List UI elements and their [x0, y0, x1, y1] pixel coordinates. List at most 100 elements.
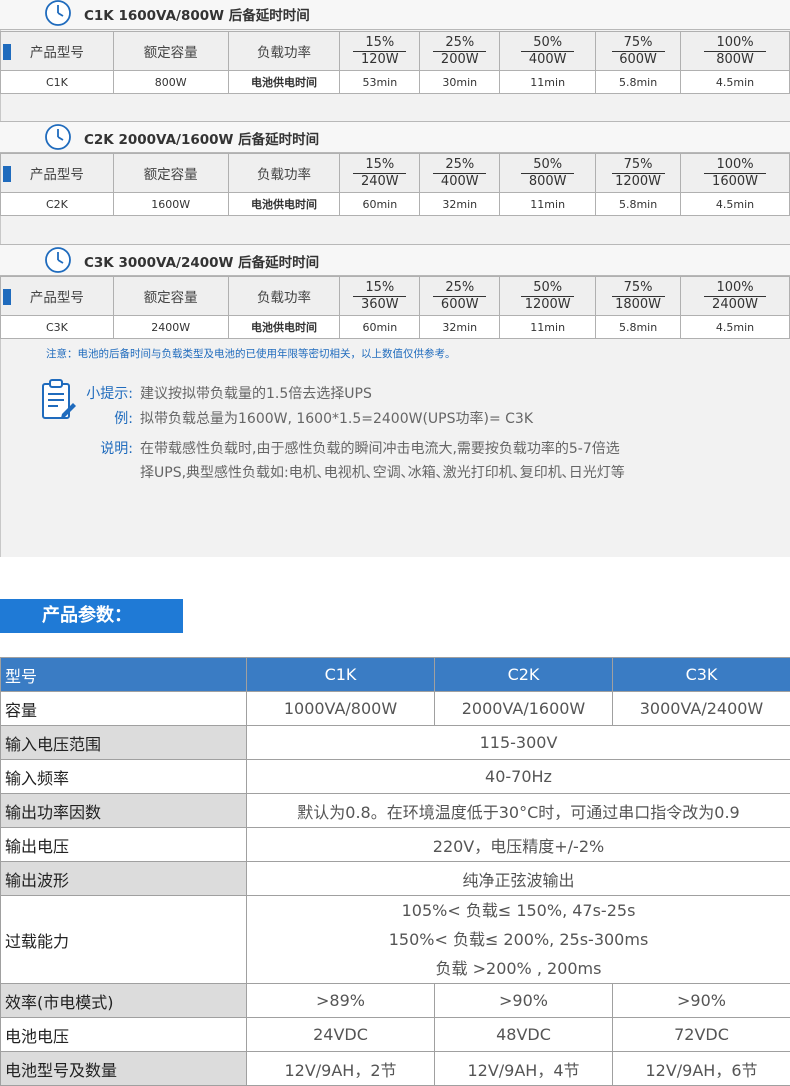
- param-label: 输出功率因数: [1, 794, 247, 828]
- load-percent: 50%: [521, 280, 574, 297]
- blue-marker: [3, 44, 11, 60]
- time-cell: 32min: [420, 316, 500, 339]
- header-model-label: 产品型号: [30, 45, 84, 61]
- example-label: 例:: [60, 408, 133, 428]
- param-label: 容量: [1, 692, 247, 726]
- load-header: 75%1200W: [596, 154, 681, 193]
- battery-time-label: 电池供电时间: [228, 193, 340, 216]
- param-label: 输入频率: [1, 760, 247, 794]
- param-value: 3000VA/2400W: [613, 692, 790, 726]
- load-header: 50%800W: [500, 154, 596, 193]
- time-cell: 4.5min: [681, 316, 790, 339]
- table-row: 容量 1000VA/800W 2000VA/1600W 3000VA/2400W: [1, 692, 790, 726]
- load-fraction: 15%240W: [353, 157, 406, 190]
- time-cell: 11min: [500, 71, 596, 94]
- capacity-cell: 800W: [113, 71, 228, 94]
- load-fraction: 75%600W: [612, 35, 665, 68]
- load-header: 25%600W: [420, 277, 500, 316]
- load-watt: 1600W: [704, 174, 765, 190]
- load-watt: 1200W: [612, 174, 665, 190]
- backup-table: 产品型号额定容量负载功率15%120W25%200W50%400W75%600W…: [0, 31, 790, 94]
- load-header: 15%240W: [340, 154, 420, 193]
- load-percent: 75%: [612, 280, 665, 297]
- load-watt: 800W: [521, 174, 574, 190]
- load-fraction: 75%1800W: [612, 280, 665, 313]
- overload-line-3: 负载 >200% , 200ms: [247, 954, 790, 983]
- blue-marker: [3, 166, 11, 182]
- load-percent: 50%: [521, 35, 574, 52]
- load-header: 50%400W: [500, 32, 596, 71]
- section-title: C2K 2000VA/1600W 后备延时时间: [84, 128, 319, 148]
- capacity-cell: 2400W: [113, 316, 228, 339]
- load-percent: 50%: [521, 157, 574, 174]
- table-row: C2K1600W电池供电时间60min32min11min5.8min4.5mi…: [1, 193, 790, 216]
- load-fraction: 100%800W: [704, 35, 765, 68]
- table-row: C1K800W电池供电时间53min30min11min5.8min4.5min: [1, 71, 790, 94]
- header-model: 产品型号: [1, 277, 114, 316]
- param-value: 40-70Hz: [247, 760, 790, 794]
- table-row: 产品型号额定容量负载功率15%360W25%600W50%1200W75%180…: [1, 277, 790, 316]
- load-header: 15%120W: [340, 32, 420, 71]
- param-label: 过载能力: [1, 896, 247, 984]
- product-params-title: 产品参数：: [42, 599, 132, 633]
- model-cell: C1K: [1, 71, 114, 94]
- params-table: 型号 C1K C2K C3K 容量 1000VA/800W 2000VA/160…: [0, 657, 790, 1086]
- load-percent: 100%: [704, 280, 765, 297]
- load-watt: 1800W: [612, 297, 665, 313]
- load-percent: 25%: [433, 35, 486, 52]
- load-fraction: 50%800W: [521, 157, 574, 190]
- param-label: 输出电压: [1, 828, 247, 862]
- param-value: 115-300V: [247, 726, 790, 760]
- param-value: >89%: [247, 984, 435, 1018]
- backup-table: 产品型号额定容量负载功率15%240W25%400W50%800W75%1200…: [0, 153, 790, 216]
- load-header: 50%1200W: [500, 277, 596, 316]
- battery-time-label: 电池供电时间: [228, 71, 340, 94]
- explain-line-2: 择UPS,典型感性负载如:电机､电视机､空调､冰箱､激光打印机､复印机､日光灯等: [140, 462, 625, 482]
- header-load: 负载功率: [228, 277, 340, 316]
- load-fraction: 50%1200W: [521, 280, 574, 313]
- param-label: 输出波形: [1, 862, 247, 896]
- load-percent: 25%: [433, 157, 486, 174]
- time-cell: 60min: [340, 193, 420, 216]
- param-value: 48VDC: [435, 1018, 613, 1052]
- param-value: 220V，电压精度+/-2%: [247, 828, 790, 862]
- battery-time-label: 电池供电时间: [228, 316, 340, 339]
- header-capacity: 额定容量: [113, 32, 228, 71]
- table-row: 输出功率因数 默认为0.8。在环境温度低于30°C时，可通过串口指令改为0.9: [1, 794, 790, 828]
- load-header: 100%800W: [681, 32, 790, 71]
- load-header: 25%400W: [420, 154, 500, 193]
- load-watt: 1200W: [521, 297, 574, 313]
- clock-icon: [44, 123, 72, 151]
- tip-text: 建议按拟带负载量的1.5倍去选择UPS: [140, 383, 372, 403]
- load-fraction: 100%1600W: [704, 157, 765, 190]
- load-percent: 100%: [704, 35, 765, 52]
- load-header: 75%600W: [596, 32, 681, 71]
- load-fraction: 15%360W: [353, 280, 406, 313]
- example-text: 拟带负载总量为1600W, 1600*1.5=2400W(UPS功率)= C3K: [140, 408, 533, 428]
- load-percent: 75%: [612, 157, 665, 174]
- product-params-heading: 产品参数：: [0, 599, 183, 633]
- load-watt: 240W: [353, 174, 406, 190]
- param-value: 24VDC: [247, 1018, 435, 1052]
- time-cell: 60min: [340, 316, 420, 339]
- param-value: >90%: [435, 984, 613, 1018]
- param-label: 输入电压范围: [1, 726, 247, 760]
- load-header: 100%2400W: [681, 277, 790, 316]
- load-watt: 360W: [353, 297, 406, 313]
- param-label: 效率(市电模式): [1, 984, 247, 1018]
- param-label: 电池电压: [1, 1018, 247, 1052]
- table-row: 电池型号及数量 12V/9AH，2节 12V/9AH，4节 12V/9AH，6节: [1, 1052, 790, 1086]
- load-watt: 600W: [612, 52, 665, 68]
- clock-icon: [44, 246, 72, 274]
- table-row: 效率(市电模式) >89% >90% >90%: [1, 984, 790, 1018]
- table-row: 产品型号额定容量负载功率15%120W25%200W50%400W75%600W…: [1, 32, 790, 71]
- table-row: 型号 C1K C2K C3K: [1, 658, 790, 692]
- time-cell: 53min: [340, 71, 420, 94]
- load-percent: 15%: [353, 157, 406, 174]
- header-model-label: 产品型号: [30, 167, 84, 183]
- section-title: C3K 3000VA/2400W 后备延时时间: [84, 251, 319, 271]
- table-row: 过载能力 105%< 负载≤ 150%, 47s-25s 150%< 负载≤ 2…: [1, 896, 790, 984]
- load-watt: 600W: [433, 297, 486, 313]
- param-value: 默认为0.8。在环境温度低于30°C时，可通过串口指令改为0.9: [247, 794, 790, 828]
- load-percent: 15%: [353, 280, 406, 297]
